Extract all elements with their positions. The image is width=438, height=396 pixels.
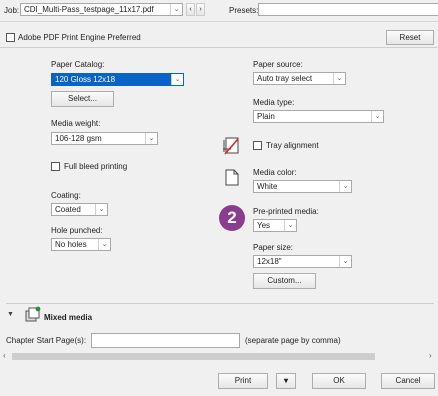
job-select[interactable]: CDI_Multi-Pass_testpage_11x17.pdf ⌄ <box>20 3 183 16</box>
chapter-start-input[interactable] <box>91 333 240 348</box>
scrollbar-thumb[interactable] <box>12 353 375 360</box>
paper-size-label: Paper size: <box>253 243 294 252</box>
chevron-down-icon: ▾ <box>283 376 288 385</box>
paper-size-value: 12x18" <box>257 257 282 266</box>
chevron-down-icon: ⌄ <box>339 181 351 192</box>
paper-source-label: Paper source: <box>253 60 303 69</box>
job-prev-button[interactable]: ‹ <box>186 3 195 16</box>
media-weight-select[interactable]: 106-128 gsm ⌄ <box>51 132 158 145</box>
print-menu-button[interactable]: ▾ <box>276 373 296 389</box>
mixed-media-title: Mixed media <box>44 313 93 322</box>
horizontal-scrollbar[interactable]: ‹ › <box>0 351 438 362</box>
media-type-select[interactable]: Plain ⌄ <box>253 110 384 123</box>
ok-button-label: OK <box>333 376 345 385</box>
chevron-down-icon: ⌄ <box>333 73 345 84</box>
full-bleed-checkbox[interactable] <box>51 162 60 171</box>
custom-button-label: Custom... <box>267 276 302 285</box>
chevron-down-icon: ⌄ <box>170 4 182 15</box>
paper-catalog-value: 120 Gloss 12x18 <box>55 75 116 84</box>
job-select-value: CDI_Multi-Pass_testpage_11x17.pdf <box>24 5 154 14</box>
media-color-value: White <box>257 182 278 191</box>
presets-label: Presets: <box>229 6 259 15</box>
select-button[interactable]: Select... <box>51 91 114 107</box>
chevron-down-icon: ⌄ <box>171 74 183 85</box>
chevron-down-icon: ⌄ <box>371 111 383 122</box>
chevron-down-icon: ⌄ <box>284 220 296 231</box>
job-next-button[interactable]: › <box>196 3 205 16</box>
section-divider <box>6 303 434 304</box>
scroll-right-icon[interactable]: › <box>429 351 432 360</box>
tray-alignment-label: Tray alignment <box>266 141 319 150</box>
coating-label: Coating: <box>51 191 81 200</box>
media-type-value: Plain <box>257 112 275 121</box>
chapter-start-label: Chapter Start Page(s): <box>6 336 87 345</box>
presets-select[interactable] <box>258 3 438 16</box>
reset-button[interactable]: Reset <box>386 30 434 45</box>
adobe-pdf-label: Adobe PDF Print Engine Preferred <box>18 33 141 42</box>
media-weight-label: Media weight: <box>51 119 101 128</box>
reset-button-label: Reset <box>399 33 421 42</box>
chapter-hint: (separate page by comma) <box>245 336 341 345</box>
media-type-label: Media type: <box>253 98 295 107</box>
page-icon <box>224 169 240 187</box>
print-button[interactable]: Print <box>218 373 268 389</box>
select-button-label: Select... <box>68 94 97 103</box>
paper-source-select[interactable]: Auto tray select ⌄ <box>253 72 346 85</box>
hole-punched-value: No holes <box>55 240 87 249</box>
print-button-label: Print <box>234 376 252 385</box>
job-label: Job: <box>4 6 20 15</box>
preprinted-media-value: Yes <box>257 221 271 230</box>
chevron-down-icon: ⌄ <box>145 133 157 144</box>
hole-punched-label: Hole punched: <box>51 226 103 235</box>
mixed-media-icon <box>24 306 42 322</box>
adobe-pdf-checkbox[interactable] <box>6 33 15 42</box>
paper-catalog-select[interactable]: 120 Gloss 12x18 ⌄ <box>51 73 184 86</box>
cancel-button[interactable]: Cancel <box>381 373 435 389</box>
preprinted-media-label: Pre-printed media: <box>253 207 319 216</box>
paper-source-value: Auto tray select <box>257 74 313 83</box>
tray-alignment-icon <box>222 137 240 155</box>
custom-button[interactable]: Custom... <box>253 273 316 289</box>
media-weight-value: 106-128 gsm <box>55 134 102 143</box>
paper-catalog-label: Paper Catalog: <box>51 60 105 69</box>
chevron-down-icon: ⌄ <box>98 239 110 250</box>
coating-value: Coated <box>55 205 81 214</box>
scroll-left-icon[interactable]: ‹ <box>3 351 6 360</box>
chevron-left-icon: ‹ <box>189 6 192 13</box>
job-toolbar: Job: CDI_Multi-Pass_testpage_11x17.pdf ⌄… <box>0 0 438 22</box>
cancel-button-label: Cancel <box>395 376 421 385</box>
hole-punched-select[interactable]: No holes ⌄ <box>51 238 111 251</box>
ok-button[interactable]: OK <box>312 373 366 389</box>
preprinted-media-select[interactable]: Yes ⌄ <box>253 219 297 232</box>
step-number-badge: 2 <box>219 205 245 231</box>
tray-alignment-checkbox[interactable] <box>253 141 262 150</box>
full-bleed-label: Full bleed printing <box>64 162 128 171</box>
option-bar: Adobe PDF Print Engine Preferred Reset <box>0 28 438 48</box>
chevron-down-icon: ⌄ <box>95 204 107 215</box>
media-color-label: Media color: <box>253 168 297 177</box>
coating-select[interactable]: Coated ⌄ <box>51 203 108 216</box>
media-color-select[interactable]: White ⌄ <box>253 180 352 193</box>
chevron-down-icon: ⌄ <box>339 256 351 267</box>
chevron-right-icon: › <box>199 6 202 13</box>
paper-size-select[interactable]: 12x18" ⌄ <box>253 255 352 268</box>
collapse-toggle-icon[interactable]: ▼ <box>7 311 14 318</box>
